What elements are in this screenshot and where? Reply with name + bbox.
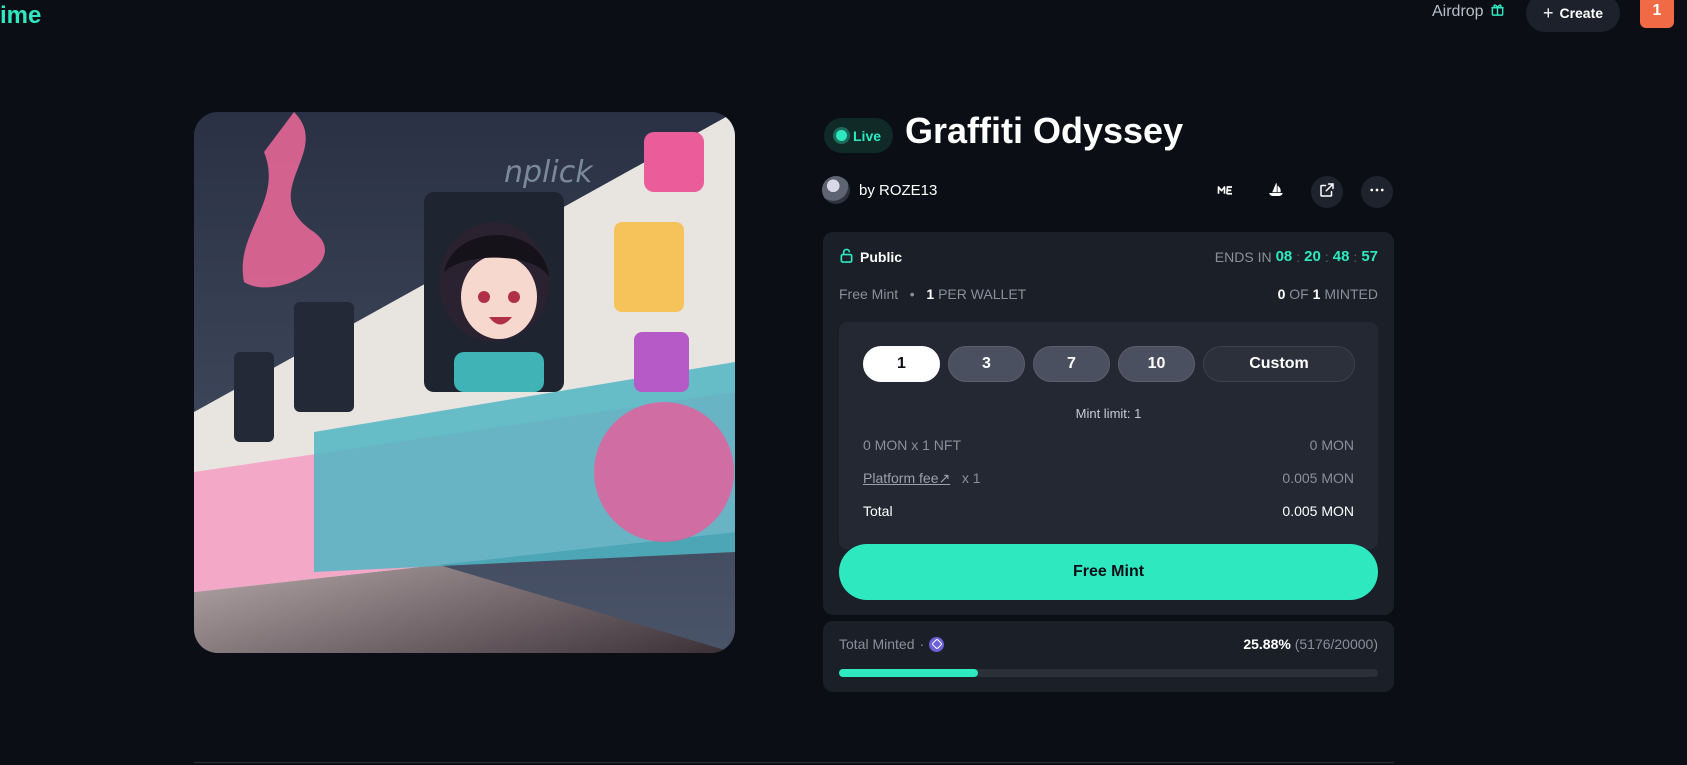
free-mint-button[interactable]: Free Mint: [839, 544, 1378, 600]
mint-options-box: 1 3 7 10 Custom Mint limit: 1 0 MON x 1 …: [839, 322, 1378, 549]
total-label: Total: [863, 503, 893, 519]
user-minted-count: 0 OF 1 MINTED: [1278, 286, 1378, 302]
divider: [194, 762, 1394, 763]
monad-icon: [929, 636, 945, 652]
countdown: ENDS IN 08 : 20 : 48 : 57: [1215, 248, 1378, 265]
quantity-option-7[interactable]: 7: [1033, 346, 1110, 382]
quantity-option-1[interactable]: 1: [863, 346, 940, 382]
creator-avatar: [822, 176, 850, 204]
external-link-button[interactable]: [1311, 176, 1343, 208]
minted-max: 1: [1312, 286, 1321, 302]
create-button[interactable]: + Create: [1526, 0, 1620, 32]
quantity-custom-button[interactable]: Custom: [1203, 346, 1355, 382]
platform-fee-link[interactable]: Platform fee↗: [863, 470, 950, 486]
minted-user: 0: [1277, 286, 1286, 302]
phase-name: Public: [860, 249, 903, 265]
quantity-option-10[interactable]: 10: [1118, 346, 1195, 382]
notification-badge[interactable]: 1: [1640, 0, 1674, 28]
price-label: 0 MON x 1 NFT: [863, 437, 962, 453]
price-value: 0 MON: [1309, 437, 1354, 453]
minted-label: MINTED: [1324, 286, 1378, 302]
minted-of: OF: [1289, 286, 1309, 302]
collection-artwork: nplick: [194, 112, 735, 653]
magic-eden-button[interactable]: [1210, 176, 1242, 208]
live-dot-icon: [836, 130, 847, 141]
airdrop-link[interactable]: Airdrop: [1432, 2, 1505, 22]
total-value: 0.005 MON: [1282, 503, 1354, 519]
price-row: 0 MON x 1 NFT 0 MON: [863, 437, 1354, 453]
logo-text[interactable]: ime: [0, 2, 41, 30]
total-minted-text: Total Minted: [839, 636, 915, 652]
supply-progress-bar: [839, 669, 1378, 677]
more-icon: [1368, 181, 1386, 204]
separator: ·: [919, 636, 925, 652]
mint-limit: Mint limit: 1: [1075, 406, 1142, 421]
plus-icon: +: [1542, 2, 1554, 23]
supply-count: (5176/20000): [1294, 636, 1378, 652]
creator-link[interactable]: by ROZE13: [822, 176, 937, 204]
phase-label: Public: [839, 248, 902, 266]
magic-eden-icon: [1217, 181, 1235, 204]
supply-progress-fill: [839, 669, 979, 677]
quantity-option-3[interactable]: 3: [948, 346, 1025, 382]
creator-name: by ROZE13: [859, 181, 938, 199]
external-link-icon: [1318, 181, 1336, 204]
airdrop-label: Airdrop: [1432, 3, 1484, 20]
mint-panel: Public ENDS IN 08 : 20 : 48 : 57 Free Mi…: [823, 232, 1394, 615]
live-badge: Live: [824, 118, 894, 153]
countdown-hours: 08: [1275, 248, 1293, 265]
svg-text:nplick: nplick: [504, 155, 594, 190]
fee-row: Platform fee↗ x 1 0.005 MON: [863, 470, 1354, 487]
quantity-selector: 1 3 7 10 Custom: [863, 346, 1355, 382]
collection-title: Graffiti Odyssey: [905, 110, 1184, 151]
gift-icon: [1490, 2, 1505, 22]
mint-type: Free Mint: [839, 286, 899, 302]
ends-in-label: ENDS IN: [1214, 248, 1272, 265]
countdown-sep: :: [1296, 248, 1301, 265]
supply-percent: 25.88%: [1243, 636, 1291, 652]
opensea-button[interactable]: [1260, 176, 1292, 208]
per-wallet-count: 1: [926, 286, 935, 302]
total-row: Total 0.005 MON: [863, 503, 1354, 519]
countdown-fraction: 57: [1361, 248, 1378, 265]
supply-panel: Total Minted · 25.88% (5176/20000): [823, 621, 1394, 692]
fee-value: 0.005 MON: [1282, 470, 1354, 486]
supply-stats: 25.88% (5176/20000): [1243, 636, 1378, 652]
fee-multiplier: x 1: [961, 470, 981, 486]
per-wallet-label: PER WALLET: [938, 286, 1027, 302]
mint-meta: Free Mint • 1 PER WALLET: [839, 286, 1027, 302]
countdown-sep: :: [1353, 248, 1358, 265]
countdown-sep: :: [1324, 248, 1329, 265]
create-label: Create: [1559, 5, 1604, 21]
countdown-minutes: 20: [1304, 248, 1321, 265]
live-label: Live: [853, 127, 882, 144]
more-button[interactable]: [1361, 176, 1393, 208]
countdown-seconds: 48: [1332, 248, 1350, 265]
opensea-icon: [1267, 181, 1285, 204]
total-minted-label: Total Minted ·: [839, 636, 945, 652]
unlock-icon: [839, 248, 854, 266]
